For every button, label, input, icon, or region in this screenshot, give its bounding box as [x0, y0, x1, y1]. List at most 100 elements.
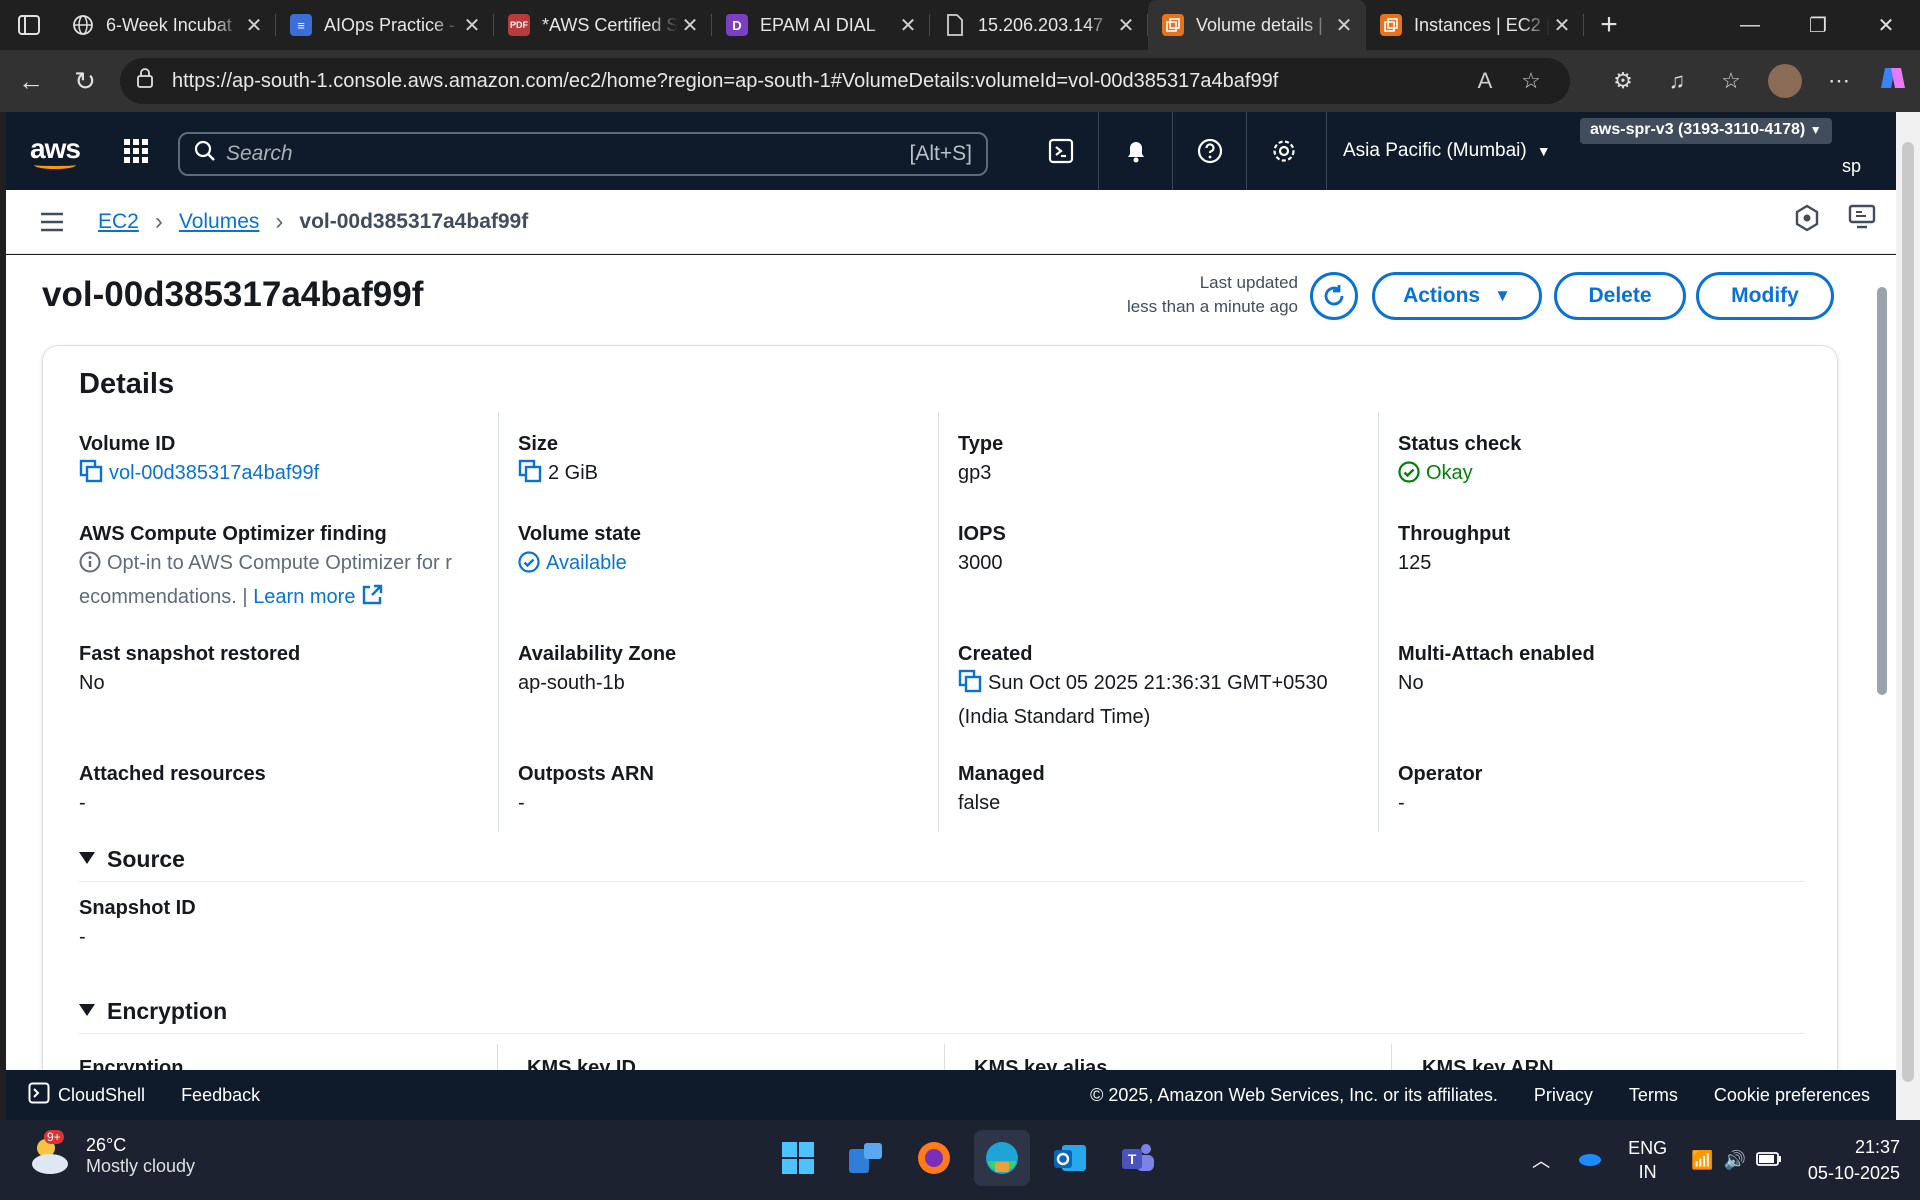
caret-down-icon — [79, 1004, 95, 1016]
optimizer-text: Opt-in to AWS Compute Optimizer for r — [107, 552, 452, 574]
minimize-icon[interactable]: — — [1716, 0, 1784, 50]
browser-tab[interactable]: 15.206.203.147 ✕ — [930, 0, 1148, 50]
settings-gear-icon[interactable] — [1246, 112, 1320, 190]
services-grid-icon[interactable] — [104, 138, 168, 164]
close-tab-icon[interactable]: ✕ — [896, 13, 920, 38]
more-menu-icon[interactable]: ⋯ — [1812, 68, 1866, 94]
notifications-bell-icon[interactable] — [1098, 112, 1172, 190]
copy-icon[interactable] — [518, 459, 542, 492]
close-tab-icon[interactable]: ✕ — [1114, 13, 1138, 38]
delete-button[interactable]: Delete — [1554, 272, 1686, 320]
maximize-icon[interactable]: ❐ — [1784, 0, 1852, 50]
encryption-section-toggle[interactable]: Encryption — [79, 998, 1805, 1034]
weather-cloud-icon: 9+ — [28, 1130, 72, 1178]
close-tab-icon[interactable]: ✕ — [460, 13, 484, 38]
new-tab-icon[interactable]: + — [1584, 8, 1634, 42]
copilot-icon[interactable] — [1866, 64, 1920, 98]
volume-id-link[interactable]: vol-00d385317a4baf99f — [109, 462, 319, 484]
close-tab-icon[interactable]: ✕ — [1550, 13, 1574, 38]
tab-title: 6-Week Incubat — [106, 14, 232, 35]
aws-top-nav: aws Search [Alt+S] Asia Pacific (Mumbai)… — [6, 112, 1896, 190]
feedback-link[interactable]: Feedback — [181, 1085, 260, 1106]
firefox-icon[interactable] — [906, 1130, 962, 1186]
favorites-icon[interactable]: ☆ — [1704, 68, 1758, 94]
dial-icon: D — [726, 14, 748, 36]
scrollbar-thumb[interactable] — [1877, 287, 1887, 695]
field-label: Status check — [1398, 433, 1522, 455]
wifi-icon[interactable]: 📶 — [1691, 1150, 1713, 1171]
content-scrollbar[interactable] — [1872, 265, 1892, 1065]
back-icon[interactable]: ← — [4, 56, 58, 106]
help-icon[interactable] — [1172, 112, 1246, 190]
learn-more-link[interactable]: Learn more — [253, 586, 355, 608]
language-indicator[interactable]: ENG IN — [1628, 1136, 1667, 1184]
media-icon[interactable]: ♫ — [1650, 68, 1704, 94]
profile-avatar[interactable] — [1768, 64, 1802, 98]
encryption-label: Encryption — [79, 1057, 184, 1070]
terms-link[interactable]: Terms — [1629, 1085, 1678, 1106]
read-aloud-icon[interactable]: A — [1462, 68, 1508, 94]
weather-widget[interactable]: 9+ 26°C Mostly cloudy — [28, 1130, 195, 1178]
modify-button[interactable]: Modify — [1696, 272, 1834, 320]
breadcrumb-ec2[interactable]: EC2 — [98, 210, 139, 234]
page-scrollbar[interactable] — [1896, 112, 1920, 1120]
close-tab-icon[interactable]: ✕ — [1332, 13, 1356, 38]
favorite-star-icon[interactable]: ☆ — [1508, 68, 1554, 94]
field-value: - — [79, 926, 86, 948]
close-window-icon[interactable]: ✕ — [1852, 0, 1920, 50]
clock[interactable]: 21:37 05-10-2025 — [1808, 1134, 1900, 1186]
source-section-toggle[interactable]: Source — [79, 846, 1805, 882]
breadcrumb-volumes[interactable]: Volumes — [179, 210, 260, 234]
reload-icon[interactable]: ↻ — [58, 56, 112, 106]
search-placeholder: Search — [226, 142, 293, 165]
volume-state-value: Available — [546, 552, 627, 574]
browser-tab[interactable]: ≡ AIOps Practice - ✕ — [276, 0, 494, 50]
cloudshell-button[interactable]: CloudShell — [6, 1082, 145, 1109]
windows-start-icon[interactable] — [770, 1130, 826, 1186]
refresh-button[interactable] — [1310, 272, 1358, 320]
address-bar[interactable]: https://ap-south-1.console.aws.amazon.co… — [120, 58, 1570, 104]
copy-icon[interactable] — [958, 669, 982, 702]
user-label[interactable]: sp — [1842, 156, 1861, 177]
scrollbar-thumb[interactable] — [1902, 142, 1914, 1082]
browser-tab[interactable]: PDF *AWS Certified S ✕ — [494, 0, 712, 50]
tab-actions-icon[interactable] — [0, 0, 58, 50]
cookie-preferences-link[interactable]: Cookie preferences — [1714, 1085, 1870, 1106]
browser-tools: ⚙ ♫ ☆ ⋯ — [1596, 58, 1920, 104]
browser-tab[interactable]: D EPAM AI DIAL ✕ — [712, 0, 930, 50]
battery-icon[interactable] — [1756, 1150, 1782, 1171]
edge-icon[interactable] — [974, 1130, 1030, 1186]
field-type: Type gp3 — [958, 430, 1378, 488]
widgets-icon[interactable] — [838, 1130, 894, 1186]
browser-tab-active[interactable]: Volume details | ✕ — [1148, 0, 1366, 50]
field-label: Multi-Attach enabled — [1398, 643, 1595, 665]
extensions-icon[interactable]: ⚙ — [1596, 68, 1650, 94]
copy-icon[interactable] — [79, 459, 103, 492]
field-fast-snapshot: Fast snapshot restored No — [79, 640, 499, 698]
field-value: - — [79, 792, 86, 814]
browser-tab[interactable]: Instances | EC2 | ✕ — [1366, 0, 1584, 50]
taskbar-apps: T — [770, 1130, 1166, 1186]
aws-search-input[interactable]: Search [Alt+S] — [178, 132, 988, 176]
taskbar: 9+ 26°C Mostly cloudy T ︿ ENG IN 📶 🔊 21:… — [0, 1120, 1920, 1200]
cloudshell-icon[interactable] — [1024, 112, 1098, 190]
teams-icon[interactable]: T — [1110, 1130, 1166, 1186]
region-selector[interactable]: Asia Pacific (Mumbai) ▼ — [1326, 112, 1551, 190]
onedrive-cloud-icon[interactable] — [1576, 1150, 1602, 1171]
display-settings-icon[interactable] — [1848, 204, 1876, 237]
menu-hamburger-icon[interactable] — [6, 212, 98, 232]
actions-button[interactable]: Actions ▼ — [1372, 272, 1542, 320]
privacy-link[interactable]: Privacy — [1534, 1085, 1593, 1106]
chevron-up-icon[interactable]: ︿ — [1532, 1147, 1550, 1173]
account-menu[interactable]: aws-spr-v3 (3193-3110-4178) ▼ — [1580, 118, 1832, 144]
close-tab-icon[interactable]: ✕ — [242, 13, 266, 38]
aws-logo[interactable]: aws — [6, 133, 104, 169]
outlook-icon[interactable] — [1042, 1130, 1098, 1186]
field-managed: Managed false — [958, 760, 1378, 818]
tutorial-icon[interactable] — [1794, 204, 1820, 237]
volume-icon[interactable]: 🔊 — [1724, 1150, 1746, 1171]
field-size: Size 2 GiB — [518, 430, 938, 492]
browser-tab[interactable]: 6-Week Incubat ✕ — [58, 0, 276, 50]
clock-date: 05-10-2025 — [1807, 1163, 1900, 1183]
close-tab-icon[interactable]: ✕ — [678, 13, 702, 38]
